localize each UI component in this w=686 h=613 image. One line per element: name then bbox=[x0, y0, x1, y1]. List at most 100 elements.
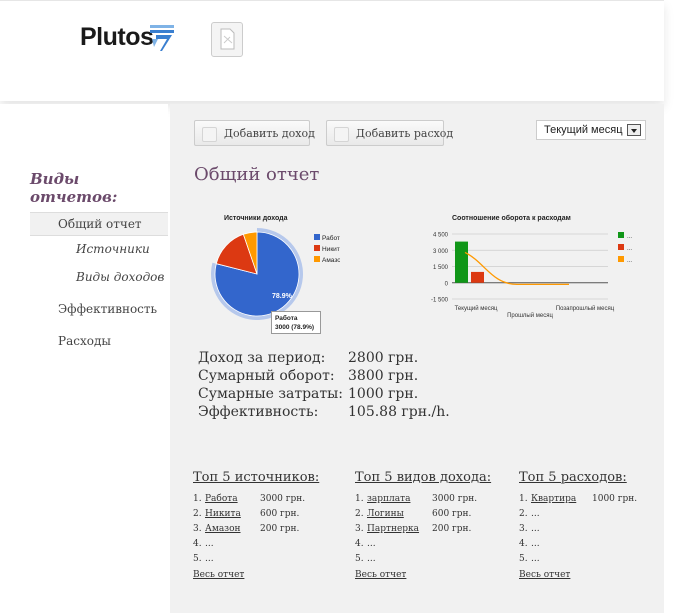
sidebar-item-expenses[interactable]: Расходы bbox=[58, 334, 111, 348]
logo[interactable]: Plutos bbox=[80, 23, 154, 52]
list-number: 5. bbox=[355, 554, 364, 564]
list-link[interactable]: Амазон bbox=[205, 524, 241, 534]
list-number: 2. bbox=[355, 509, 364, 519]
document-icon[interactable] bbox=[211, 22, 243, 57]
list-placeholder: ... bbox=[531, 524, 540, 534]
list-item: 2.... bbox=[519, 509, 649, 524]
list-number: 5. bbox=[519, 554, 528, 564]
list-amount: 200 грн. bbox=[432, 524, 472, 534]
top5-income-types: Топ 5 видов дохода: 1. зарплата 3000 грн. … bbox=[355, 470, 505, 580]
list-item: 3. Партнерка 200 грн. bbox=[355, 524, 505, 539]
list-number: 1. bbox=[519, 494, 528, 504]
list-placeholder: ... bbox=[531, 554, 540, 564]
list-number: 3. bbox=[519, 524, 528, 534]
list-item: 5.... bbox=[519, 554, 649, 569]
list-number: 4. bbox=[519, 539, 528, 549]
pie-slice-label: 78.9% bbox=[272, 293, 293, 300]
top5-title[interactable]: Топ 5 источников: bbox=[193, 470, 343, 485]
list-placeholder: ... bbox=[205, 554, 214, 564]
legend-swatch bbox=[618, 256, 624, 262]
list-item: 1. Квартира 1000 грн. bbox=[519, 494, 649, 509]
stat-value: 2800 грн. bbox=[348, 350, 419, 366]
legend-label: Никита bbox=[322, 246, 340, 253]
list-link[interactable]: Работа bbox=[205, 494, 238, 504]
sidebar-item-general-report[interactable]: Общий отчет bbox=[30, 212, 168, 236]
legend-label: ... bbox=[627, 258, 632, 264]
add-income-label: Добавить доход bbox=[224, 127, 315, 140]
minus-icon bbox=[334, 127, 349, 142]
top5-title[interactable]: Топ 5 расходов: bbox=[519, 470, 649, 485]
stat-value: 3800 грн. bbox=[348, 368, 419, 384]
sidebar-item-sources[interactable]: Источники bbox=[76, 242, 150, 256]
full-report-link[interactable]: Весь отчет bbox=[519, 570, 649, 580]
sidebar-title: Виды отчетов: bbox=[30, 170, 118, 206]
stat-value: 105.88 грн./h. bbox=[348, 404, 450, 420]
list-amount: 1000 грн. bbox=[592, 494, 638, 504]
stat-value: 1000 грн. bbox=[348, 386, 419, 402]
top5-expenses: Топ 5 расходов: 1. Квартира 1000 грн. 2...… bbox=[519, 470, 649, 580]
legend-swatch bbox=[314, 234, 320, 240]
period-select[interactable]: Текущий месяц bbox=[536, 120, 646, 140]
legend-label: ... bbox=[627, 234, 632, 240]
summary-stats: Доход за период: 2800 грн. Сумарный оборо… bbox=[198, 349, 458, 421]
list-amount: 600 грн. bbox=[260, 509, 300, 519]
pie-chart-title: Источники дохода bbox=[224, 215, 288, 222]
list-link[interactable]: Квартира bbox=[531, 494, 576, 504]
main-content: Добавить доход Добавить расход Текущий м… bbox=[170, 104, 664, 613]
list-item: 3.... bbox=[519, 524, 649, 539]
sidebar-item-income-types[interactable]: Виды доходов bbox=[76, 270, 164, 284]
stat-row: Доход за период: 2800 грн. bbox=[198, 349, 458, 367]
list-amount: 3000 грн. bbox=[432, 494, 478, 504]
tooltip-line1: Работа bbox=[275, 315, 298, 322]
list-link[interactable]: Логины bbox=[367, 509, 404, 519]
y-tick-label: 0 bbox=[445, 281, 449, 287]
x-tick-label: Текущий месяц bbox=[455, 305, 498, 312]
list-amount: 600 грн. bbox=[432, 509, 472, 519]
sidebar-item-efficiency[interactable]: Эффективность bbox=[58, 302, 157, 316]
list-amount: 3000 грн. bbox=[260, 494, 306, 504]
pie-tooltip: Работа 3000 (78.9%) bbox=[271, 311, 321, 334]
list-number: 3. bbox=[193, 524, 202, 534]
page-title: Общий отчет bbox=[194, 164, 320, 185]
legend-swatch bbox=[618, 244, 624, 250]
list-link[interactable]: Никита bbox=[205, 509, 241, 519]
x-tick-label: Позапрошлый месяц bbox=[556, 305, 615, 312]
list-item: 5.... bbox=[193, 554, 343, 569]
top5-title[interactable]: Топ 5 видов дохода: bbox=[355, 470, 505, 485]
add-expense-label: Добавить расход bbox=[356, 127, 454, 140]
list-item: 5.... bbox=[355, 554, 505, 569]
sidebar-item-label: Общий отчет bbox=[58, 217, 142, 231]
list-link[interactable]: зарплата bbox=[367, 494, 410, 504]
list-placeholder: ... bbox=[367, 539, 376, 549]
y-tick-label: 4 500 bbox=[433, 233, 449, 239]
stat-label: Сумарный оборот: bbox=[198, 368, 335, 384]
legend-label: Работа bbox=[322, 234, 340, 242]
list-number: 3. bbox=[355, 524, 364, 534]
add-expense-button[interactable]: Добавить расход bbox=[326, 120, 453, 146]
list-item: 2. Никита 600 грн. bbox=[193, 509, 343, 524]
list-link[interactable]: Партнерка bbox=[367, 524, 419, 534]
stat-label: Сумарные затраты: bbox=[198, 386, 343, 402]
chevron-down-icon[interactable] bbox=[627, 124, 641, 136]
list-item: 1. Работа 3000 грн. bbox=[193, 494, 343, 509]
bar[interactable] bbox=[455, 241, 468, 283]
y-tick-label: -1 500 bbox=[431, 298, 449, 304]
full-report-link[interactable]: Весь отчет bbox=[355, 570, 505, 580]
list-item: 3. Амазон 200 грн. bbox=[193, 524, 343, 539]
list-item: 2. Логины 600 грн. bbox=[355, 509, 505, 524]
legend-label: Амазон bbox=[322, 257, 340, 264]
list-amount: 200 грн. bbox=[260, 524, 300, 534]
list-number: 1. bbox=[193, 494, 202, 504]
logo-arrow-icon bbox=[150, 25, 174, 51]
full-report-link[interactable]: Весь отчет bbox=[193, 570, 343, 580]
top5-sources: Топ 5 источников: 1. Работа 3000 грн. 2. Ни… bbox=[193, 470, 343, 580]
bar-chart[interactable]: 4 500 3 000 1 500 0 -1 500 Текущий месяц Позап… bbox=[422, 222, 642, 337]
legend-swatch bbox=[314, 245, 320, 251]
stat-row: Сумарный оборот: 3800 грн. bbox=[198, 367, 458, 385]
bar[interactable] bbox=[471, 271, 484, 283]
list-item: 4.... bbox=[193, 539, 343, 554]
list-number: 1. bbox=[355, 494, 364, 504]
sidebar: Виды отчетов: Общий отчет Источники Виды… bbox=[0, 104, 168, 613]
add-income-button[interactable]: Добавить доход bbox=[194, 120, 315, 146]
list-number: 4. bbox=[193, 539, 202, 549]
